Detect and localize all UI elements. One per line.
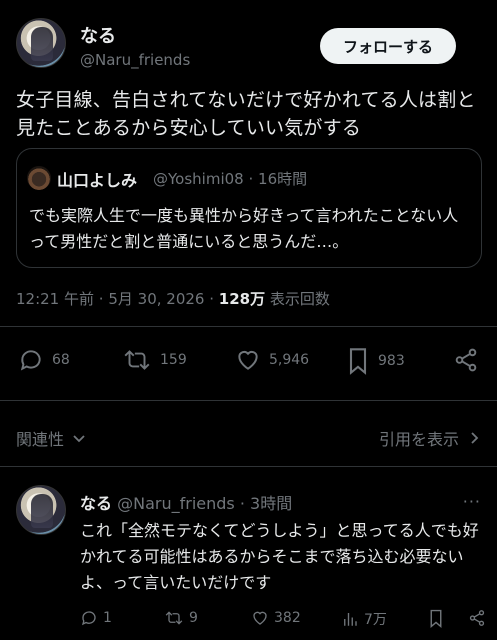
view-count-label: 表示回数 <box>269 290 330 308</box>
bookmark-icon <box>430 609 442 628</box>
share-icon <box>469 610 485 626</box>
quoted-timestamp: 16時間 <box>258 170 308 188</box>
reply-like-button[interactable]: 382 <box>251 609 301 627</box>
quoted-author-avatar <box>27 166 51 190</box>
divider <box>0 466 497 467</box>
reply-views-button[interactable]: 7万 <box>341 609 387 629</box>
reply-count: 68 <box>52 352 70 368</box>
separator-dot: · <box>209 290 215 308</box>
divider <box>0 326 497 327</box>
reply-reply-button[interactable]: 1 <box>80 609 112 627</box>
sort-relevance-dropdown[interactable]: 関連性 <box>16 426 86 450</box>
quoted-tweet[interactable]: 山口よしみ @Yoshimi08 · 16時間 でも実際人生で一度も異性から好き… <box>16 148 482 268</box>
reply-timestamp[interactable]: 3時間 <box>250 494 292 513</box>
bookmark-icon <box>349 348 367 375</box>
retweet-button[interactable]: 159 <box>122 347 187 373</box>
chevron-down-icon <box>73 435 85 443</box>
heart-icon <box>253 611 267 625</box>
reply-view-count: 7万 <box>364 612 387 628</box>
reply-icon <box>20 350 41 371</box>
separator-dot: · <box>248 170 254 188</box>
quoted-author-name: 山口よしみ <box>57 171 138 190</box>
tweet-time[interactable]: 12:21 午前 <box>16 290 94 308</box>
quoted-author-handle: @Yoshimi08 <box>153 170 244 188</box>
reply-header: なる @Naru_friends · 3時間 <box>80 490 292 514</box>
share-icon <box>455 348 477 372</box>
tweet-date[interactable]: 5月 30, 2026 <box>108 290 204 308</box>
bookmark-button[interactable]: 983 <box>346 347 405 375</box>
quoted-tweet-text: でも実際人生で一度も異性から好きって言われたことない人って男性だと割と普通にいる… <box>29 206 459 251</box>
reply-reply-count: 1 <box>103 610 112 626</box>
reply-share-button[interactable] <box>468 609 486 627</box>
retweet-icon <box>165 611 183 625</box>
retweet-count: 159 <box>160 352 187 368</box>
reply-text: これ「全然モテなくてどうしよう」と思ってる人でも好かれてる可能性はあるからそこま… <box>80 521 479 592</box>
analytics-icon <box>344 613 357 626</box>
chevron-right-icon <box>471 432 479 444</box>
author-name[interactable]: なる <box>80 22 116 48</box>
separator-dot: · <box>239 494 245 513</box>
reply-icon <box>81 611 96 626</box>
author-handle[interactable]: @Naru_friends <box>80 51 190 69</box>
reply-author-handle[interactable]: @Naru_friends <box>117 494 235 513</box>
retweet-icon <box>124 350 150 370</box>
reply-author-name[interactable]: なる <box>80 494 112 513</box>
reply-like-count: 382 <box>274 610 301 626</box>
more-options-icon[interactable]: ··· <box>463 492 481 511</box>
tweet-text: 女子目線、告白されてないだけで好かれてる人は割と見たことあるから安心していい気が… <box>16 89 476 139</box>
reply-retweet-count: 9 <box>189 610 198 626</box>
quoted-author-meta: @Yoshimi08 · 16時間 <box>153 168 307 189</box>
divider <box>0 400 497 401</box>
bookmark-count: 983 <box>378 353 405 369</box>
author-avatar[interactable] <box>16 18 66 68</box>
follow-button[interactable]: フォローする <box>320 28 456 64</box>
heart-icon <box>238 350 258 370</box>
like-count: 5,946 <box>269 352 310 368</box>
sort-label: 関連性 <box>16 430 65 449</box>
separator-dot: · <box>98 290 104 308</box>
view-quotes-label: 引用を表示 <box>378 430 459 449</box>
view-count: 128万 <box>218 290 266 308</box>
reply-button[interactable]: 68 <box>18 347 70 373</box>
reply-retweet-button[interactable]: 9 <box>164 609 198 627</box>
like-button[interactable]: 5,946 <box>235 347 309 373</box>
view-quotes-link[interactable]: 引用を表示 <box>379 426 481 450</box>
share-button[interactable] <box>453 347 479 373</box>
tweet-meta: 12:21 午前 · 5月 30, 2026 · 128万 表示回数 <box>16 288 330 309</box>
reply-author-avatar[interactable] <box>16 485 66 535</box>
reply-bookmark-button[interactable] <box>428 609 444 628</box>
